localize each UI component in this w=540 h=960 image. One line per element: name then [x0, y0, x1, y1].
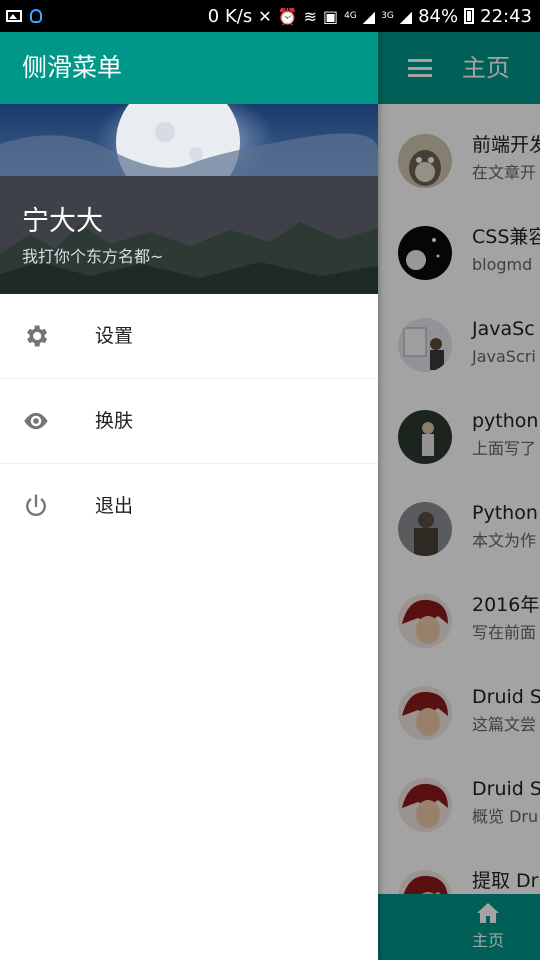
drawer-header: 宁大大 我打你个东方名都~	[0, 104, 378, 294]
menu-label: 退出	[95, 495, 134, 517]
power-icon	[26, 494, 46, 517]
qq-notification-icon	[30, 9, 42, 23]
nfc-icon: ▣	[322, 6, 339, 26]
drawer-title: 侧滑菜单	[22, 53, 123, 82]
signal-icon: ◢	[362, 6, 376, 26]
alarm-icon: ⏰	[277, 6, 298, 26]
drawer-toolbar: 侧滑菜单	[0, 32, 378, 104]
drawer-menu: 设置 换肤 退出	[0, 294, 378, 548]
gallery-notification-icon	[6, 10, 22, 22]
menu-item-logout[interactable]: 退出	[0, 464, 378, 548]
battery-percent: 84%	[418, 5, 459, 27]
battery-icon	[464, 8, 475, 24]
network-4g-label: 4G	[344, 11, 357, 21]
wifi-icon: ≋	[303, 6, 317, 26]
menu-item-theme[interactable]: 换肤	[0, 379, 378, 464]
network-speed: 0 K/s	[207, 5, 253, 27]
signal-icon-2: ◢	[399, 6, 413, 26]
mute-icon: ✕	[258, 6, 272, 26]
gear-icon	[27, 325, 48, 347]
eye-icon	[24, 412, 48, 430]
clock: 22:43	[480, 5, 532, 27]
status-bar: 0 K/s ✕ ⏰ ≋ ▣ 4G ◢ 3G ◢ 84% 22:43	[0, 0, 540, 32]
user-signature: 我打你个东方名都~	[22, 247, 164, 266]
menu-label: 换肤	[95, 410, 134, 432]
user-name: 宁大大	[22, 206, 103, 237]
network-3g-label: 3G	[381, 11, 394, 21]
menu-item-settings[interactable]: 设置	[0, 294, 378, 379]
menu-label: 设置	[95, 325, 134, 347]
navigation-drawer: 侧滑菜单 宁大大 我打你个东方名都~ 设置 换肤 退出	[0, 32, 378, 960]
